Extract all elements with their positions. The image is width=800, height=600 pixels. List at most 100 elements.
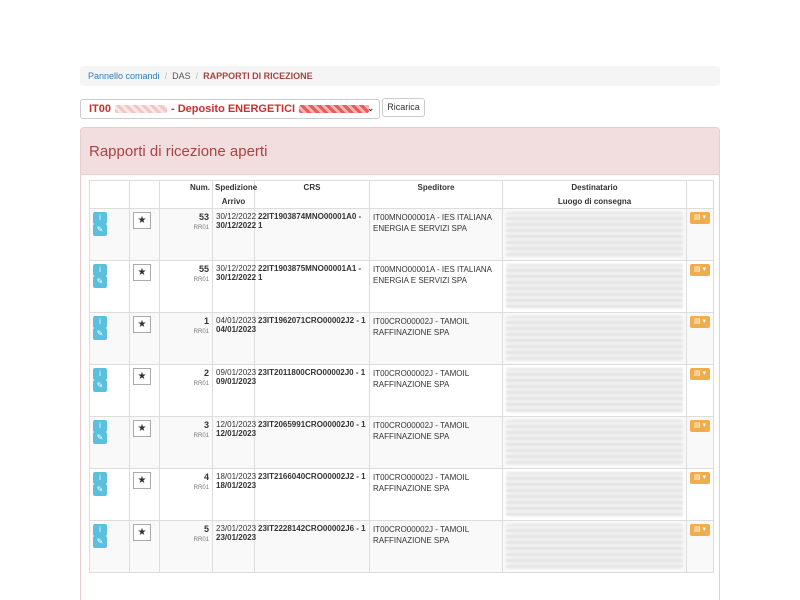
- col-luogo-header: Luogo di consegna: [502, 194, 687, 209]
- row-stamp: ★: [129, 468, 160, 521]
- document-icon[interactable]: ▤ ▾: [690, 264, 710, 276]
- edit-icon[interactable]: ✎: [93, 536, 107, 548]
- row-dates: 04/01/2023 04/01/2023: [212, 312, 257, 365]
- row-recipient: [502, 364, 687, 417]
- document-icon[interactable]: ▤ ▾: [690, 368, 710, 380]
- row-crs: 23IT1962071CRO00002J2 - 1: [254, 312, 370, 365]
- row-docs: ▤ ▾: [686, 364, 714, 417]
- stamp-icon[interactable]: ★: [133, 264, 151, 281]
- depot-select-prefix: IT00: [89, 103, 112, 115]
- row-crs: 22IT1903875MNO00001A1 - 1: [254, 260, 370, 313]
- row-sub: RR01: [193, 225, 209, 231]
- col-arrivo-header: Arrivo: [212, 194, 255, 209]
- info-icon[interactable]: i: [93, 420, 107, 432]
- stamp-icon[interactable]: ★: [133, 212, 151, 229]
- row-sender: IT00MNO00001A - IES ITALIANA ENERGIA E S…: [369, 260, 503, 313]
- redacted-recipient: [506, 264, 683, 308]
- row-recipient: [502, 520, 687, 573]
- edit-icon[interactable]: ✎: [93, 380, 107, 392]
- row-actions: i✎: [89, 208, 130, 261]
- row-sender: IT00CRO00002J - TAMOIL RAFFINAZIONE SPA: [369, 520, 503, 573]
- document-icon[interactable]: ▤ ▾: [690, 420, 710, 432]
- redacted-recipient: [506, 472, 683, 516]
- redacted-recipient: [506, 524, 683, 568]
- row-recipient: [502, 312, 687, 365]
- row-stamp: ★: [129, 260, 160, 313]
- row-dates: 12/01/2023 12/01/2023: [212, 416, 256, 469]
- row-ship-date: 23/01/2023: [216, 524, 257, 533]
- reload-button[interactable]: Ricarica: [382, 98, 425, 117]
- row-number: 55: [198, 264, 209, 274]
- row-recipient: [502, 468, 687, 521]
- row-num: 55 RR01: [159, 260, 213, 313]
- open-reports-panel: Rapporti di ricezione aperti Num. Spediz…: [80, 127, 720, 600]
- info-icon[interactable]: i: [93, 264, 107, 276]
- stamp-icon[interactable]: ★: [133, 420, 151, 437]
- row-docs: ▤ ▾: [686, 208, 714, 261]
- chevron-down-icon: ⌄: [367, 104, 374, 113]
- document-icon[interactable]: ▤ ▾: [690, 212, 710, 224]
- stamp-icon[interactable]: ★: [133, 472, 151, 489]
- document-icon[interactable]: ▤ ▾: [690, 472, 710, 484]
- table-row: i✎ ★ 4 RR01 18/01/2023 18/01/2023 23IT2166040C…: [89, 468, 714, 521]
- col-crs-header: CRS: [254, 180, 370, 209]
- row-sender: IT00MNO00001A - IES ITALIANA ENERGIA E S…: [369, 208, 503, 261]
- breadcrumb-home-link[interactable]: Pannello comandi: [88, 71, 160, 81]
- document-icon[interactable]: ▤ ▾: [690, 316, 710, 328]
- redacted-mask: [299, 105, 370, 114]
- row-num: 5 RR01: [159, 520, 213, 573]
- row-sender: IT00CRO00002J - TAMOIL RAFFINAZIONE SPA: [369, 468, 503, 521]
- info-icon[interactable]: i: [93, 212, 107, 224]
- row-number: 5: [203, 524, 209, 534]
- stamp-icon[interactable]: ★: [133, 316, 151, 333]
- breadcrumb-section: DAS: [172, 71, 191, 81]
- col-stamp: [129, 180, 160, 209]
- row-sender: IT00CRO00002J - TAMOIL RAFFINAZIONE SPA: [369, 416, 503, 469]
- row-number: 2: [203, 368, 209, 378]
- edit-icon[interactable]: ✎: [93, 328, 107, 340]
- row-arrival-date: 30/12/2022: [216, 273, 257, 282]
- row-crs: 23IT2065991CRO00002J0 - 1: [254, 416, 370, 469]
- row-arrival-date: 04/01/2023: [216, 325, 257, 334]
- row-ship-date: 30/12/2022: [216, 212, 257, 221]
- row-docs: ▤ ▾: [686, 416, 714, 469]
- row-arrival-date: 18/01/2023: [216, 481, 257, 490]
- table-row: i✎ ★ 5 RR01 23/01/2023 23/01/2023 23IT2228142C…: [89, 520, 714, 573]
- row-stamp: ★: [129, 312, 160, 365]
- stamp-icon[interactable]: ★: [133, 524, 151, 541]
- edit-icon[interactable]: ✎: [93, 484, 107, 496]
- table-row: i✎ ★ 53 RR01 30/12/2022 30/12/2022 22IT1903874…: [89, 208, 714, 261]
- redacted-recipient: [506, 212, 683, 256]
- breadcrumb: Pannello comandi / DAS / RAPPORTI DI RICEZIO…: [80, 66, 720, 86]
- row-docs: ▤ ▾: [686, 260, 714, 313]
- row-recipient: [502, 416, 687, 469]
- edit-icon[interactable]: ✎: [93, 224, 107, 236]
- row-actions: i✎: [89, 260, 130, 313]
- col-speditore-header: Speditore: [369, 180, 503, 209]
- redacted-recipient: [506, 368, 683, 412]
- row-number: 3: [203, 420, 209, 430]
- row-arrival-date: 30/12/2022: [216, 221, 257, 230]
- row-docs: ▤ ▾: [686, 520, 714, 573]
- stamp-icon[interactable]: ★: [133, 368, 151, 385]
- info-icon[interactable]: i: [93, 524, 107, 536]
- info-icon[interactable]: i: [93, 368, 107, 380]
- row-dates: 30/12/2022 30/12/2022: [212, 208, 257, 261]
- edit-icon[interactable]: ✎: [93, 432, 107, 444]
- row-arrival-date: 23/01/2023: [216, 533, 257, 542]
- row-ship-date: 04/01/2023: [216, 316, 257, 325]
- redacted-recipient: [506, 420, 683, 464]
- depot-select[interactable]: IT00 - Deposito ENERGETICI ⌄: [80, 99, 380, 119]
- row-recipient: [502, 208, 687, 261]
- row-number: 1: [203, 316, 209, 326]
- row-arrival-date: 09/01/2023: [216, 377, 257, 386]
- row-number: 53: [198, 212, 209, 222]
- info-icon[interactable]: i: [93, 472, 107, 484]
- info-icon[interactable]: i: [93, 316, 107, 328]
- edit-icon[interactable]: ✎: [93, 276, 107, 288]
- row-dates: 23/01/2023 23/01/2023: [212, 520, 257, 573]
- breadcrumb-current: RAPPORTI DI RICEZIONE: [203, 71, 313, 81]
- row-sub: RR01: [193, 277, 209, 283]
- document-icon[interactable]: ▤ ▾: [690, 524, 710, 536]
- breadcrumb-separator: /: [195, 71, 199, 81]
